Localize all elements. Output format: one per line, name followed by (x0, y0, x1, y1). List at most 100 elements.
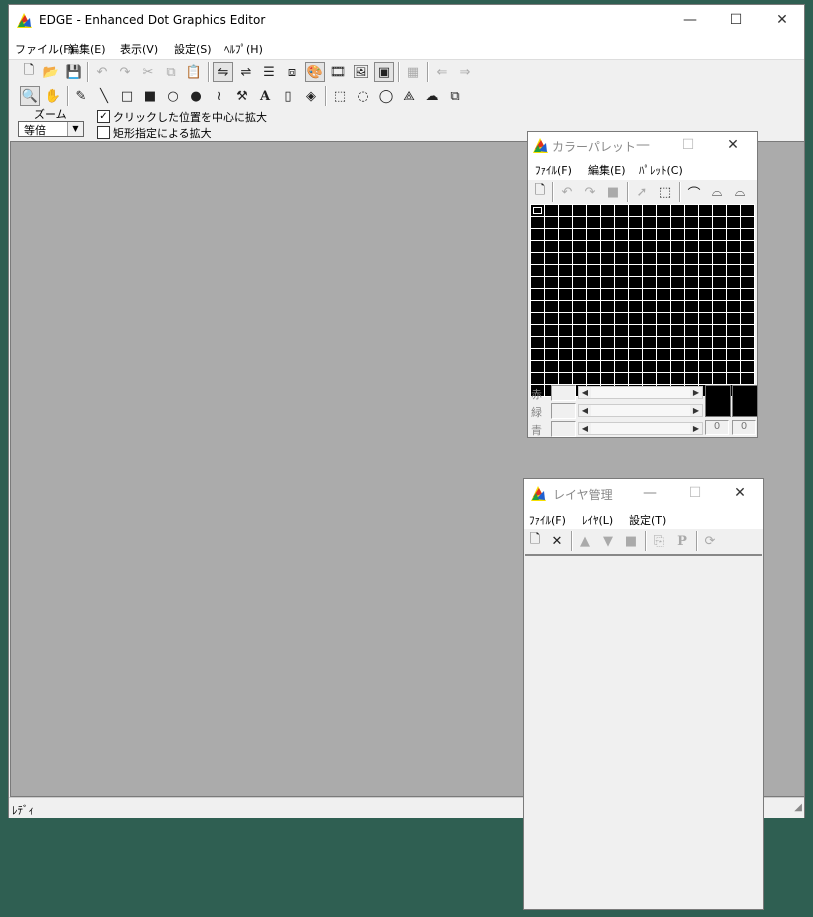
flip-h-icon[interactable]: ⇋ (213, 62, 233, 82)
new-palette-icon[interactable]: 🗋 (530, 182, 550, 202)
palette-color-cell[interactable] (559, 289, 572, 300)
palette-color-cell[interactable] (531, 241, 544, 252)
palette-color-cell[interactable] (545, 217, 558, 228)
zoom-select[interactable]: 等倍 ▼ (18, 121, 84, 137)
palette-color-cell[interactable] (727, 349, 740, 360)
menu-edit[interactable]: 編集(E) (68, 41, 106, 57)
palette-color-cell[interactable] (727, 361, 740, 372)
arc2-icon[interactable]: ⌓ (707, 182, 727, 202)
close-button[interactable]: ✕ (759, 5, 805, 35)
screen-icon[interactable]: ▣ (374, 62, 394, 82)
palette-icon[interactable]: 🎨 (305, 62, 325, 82)
palette-color-cell[interactable] (601, 361, 614, 372)
palette-color-cell[interactable] (601, 217, 614, 228)
palette-color-cell[interactable] (657, 373, 670, 384)
palette-color-cell[interactable] (713, 373, 726, 384)
palette-color-cell[interactable] (713, 361, 726, 372)
palette-color-cell[interactable] (531, 373, 544, 384)
palette-color-cell[interactable] (601, 241, 614, 252)
palette-menu-edit[interactable]: 編集(E) (588, 162, 626, 178)
range-select-icon[interactable]: ⬚ (655, 182, 675, 202)
palette-color-cell[interactable] (713, 325, 726, 336)
redo-icon[interactable]: ↷ (580, 182, 600, 202)
palette-color-cell[interactable] (685, 361, 698, 372)
palette-color-cell[interactable] (671, 229, 684, 240)
palette-color-cell[interactable] (601, 205, 614, 216)
palette-color-cell[interactable] (741, 289, 754, 300)
palette-color-cell[interactable] (713, 349, 726, 360)
palette-color-cell[interactable] (727, 265, 740, 276)
palette-color-cell[interactable] (559, 361, 572, 372)
palette-color-cell[interactable] (671, 289, 684, 300)
palette-close-button[interactable]: ✕ (713, 132, 753, 158)
palette-color-cell[interactable] (699, 265, 712, 276)
palette-color-cell[interactable] (629, 265, 642, 276)
palette-color-cell[interactable] (713, 229, 726, 240)
palette-color-cell[interactable] (685, 373, 698, 384)
palette-color-cell[interactable] (573, 337, 586, 348)
palette-color-cell[interactable] (601, 277, 614, 288)
palette-color-cell[interactable] (615, 361, 628, 372)
palette-color-cell[interactable] (545, 373, 558, 384)
blue-slider[interactable]: ◀ ▶ (578, 422, 703, 435)
palette-color-cell[interactable] (699, 373, 712, 384)
maximize-button[interactable]: ☐ (713, 5, 759, 35)
palette-color-cell[interactable] (615, 337, 628, 348)
minimize-button[interactable]: — (667, 5, 713, 35)
palette-color-cell[interactable] (545, 301, 558, 312)
palette-color-cell[interactable] (573, 217, 586, 228)
rect-select-icon[interactable]: ⬚ (330, 86, 350, 106)
palette-color-cell[interactable] (741, 313, 754, 324)
palette-color-cell[interactable] (643, 289, 656, 300)
layer-close-button[interactable]: ✕ (720, 479, 760, 507)
palette-color-cell[interactable] (601, 289, 614, 300)
chevron-down-icon[interactable]: ▼ (67, 122, 83, 136)
green-slider[interactable]: ◀ ▶ (578, 404, 703, 417)
palette-color-cell[interactable] (531, 325, 544, 336)
palette-color-cell[interactable] (713, 265, 726, 276)
palette-color-cell[interactable] (545, 229, 558, 240)
arc3-icon[interactable]: ⌓ (730, 182, 750, 202)
move-select-icon[interactable]: ⧉ (445, 86, 465, 106)
palette-color-cell[interactable] (629, 205, 642, 216)
palette-color-cell[interactable] (531, 313, 544, 324)
palette-color-cell[interactable] (559, 373, 572, 384)
palette-color-cell[interactable] (727, 301, 740, 312)
palette-color-cell[interactable] (643, 301, 656, 312)
hammer-icon[interactable]: ⚒ (232, 86, 252, 106)
line-pattern-icon[interactable]: ☰ (259, 62, 279, 82)
palette-color-cell[interactable] (699, 205, 712, 216)
palette-color-cell[interactable] (671, 373, 684, 384)
palette-color-cell[interactable] (685, 289, 698, 300)
palette-color-cell[interactable] (629, 337, 642, 348)
image-icon[interactable]: 🖼 (351, 62, 371, 82)
palette-color-cell[interactable] (587, 205, 600, 216)
layer-block-icon[interactable]: ■ (621, 531, 641, 551)
palette-color-cell[interactable] (685, 253, 698, 264)
open-folder-icon[interactable]: 📂 (41, 62, 61, 82)
blue-value-field[interactable] (551, 421, 576, 437)
palette-color-cell[interactable] (559, 337, 572, 348)
palette-color-cell[interactable] (573, 289, 586, 300)
palette-color-cell[interactable] (615, 349, 628, 360)
green-slider-right-arrow[interactable]: ▶ (690, 405, 702, 416)
palette-color-cell[interactable] (657, 301, 670, 312)
palette-color-cell[interactable] (559, 205, 572, 216)
palette-color-cell[interactable] (727, 241, 740, 252)
palette-color-cell[interactable] (559, 277, 572, 288)
palette-color-cell[interactable] (727, 253, 740, 264)
palette-color-cell[interactable] (601, 265, 614, 276)
palette-color-cell[interactable] (531, 265, 544, 276)
palette-color-cell[interactable] (741, 241, 754, 252)
palette-color-cell[interactable] (559, 265, 572, 276)
palette-color-cell[interactable] (615, 325, 628, 336)
palette-color-cell[interactable] (699, 277, 712, 288)
palette-color-cell[interactable] (741, 337, 754, 348)
palette-color-cell[interactable] (587, 301, 600, 312)
palette-color-cell[interactable] (629, 289, 642, 300)
palette-color-cell[interactable] (531, 229, 544, 240)
palette-color-cell[interactable] (671, 361, 684, 372)
undo-icon[interactable]: ↶ (92, 62, 112, 82)
palette-color-cell[interactable] (601, 349, 614, 360)
lasso-icon[interactable]: ◯ (376, 86, 396, 106)
